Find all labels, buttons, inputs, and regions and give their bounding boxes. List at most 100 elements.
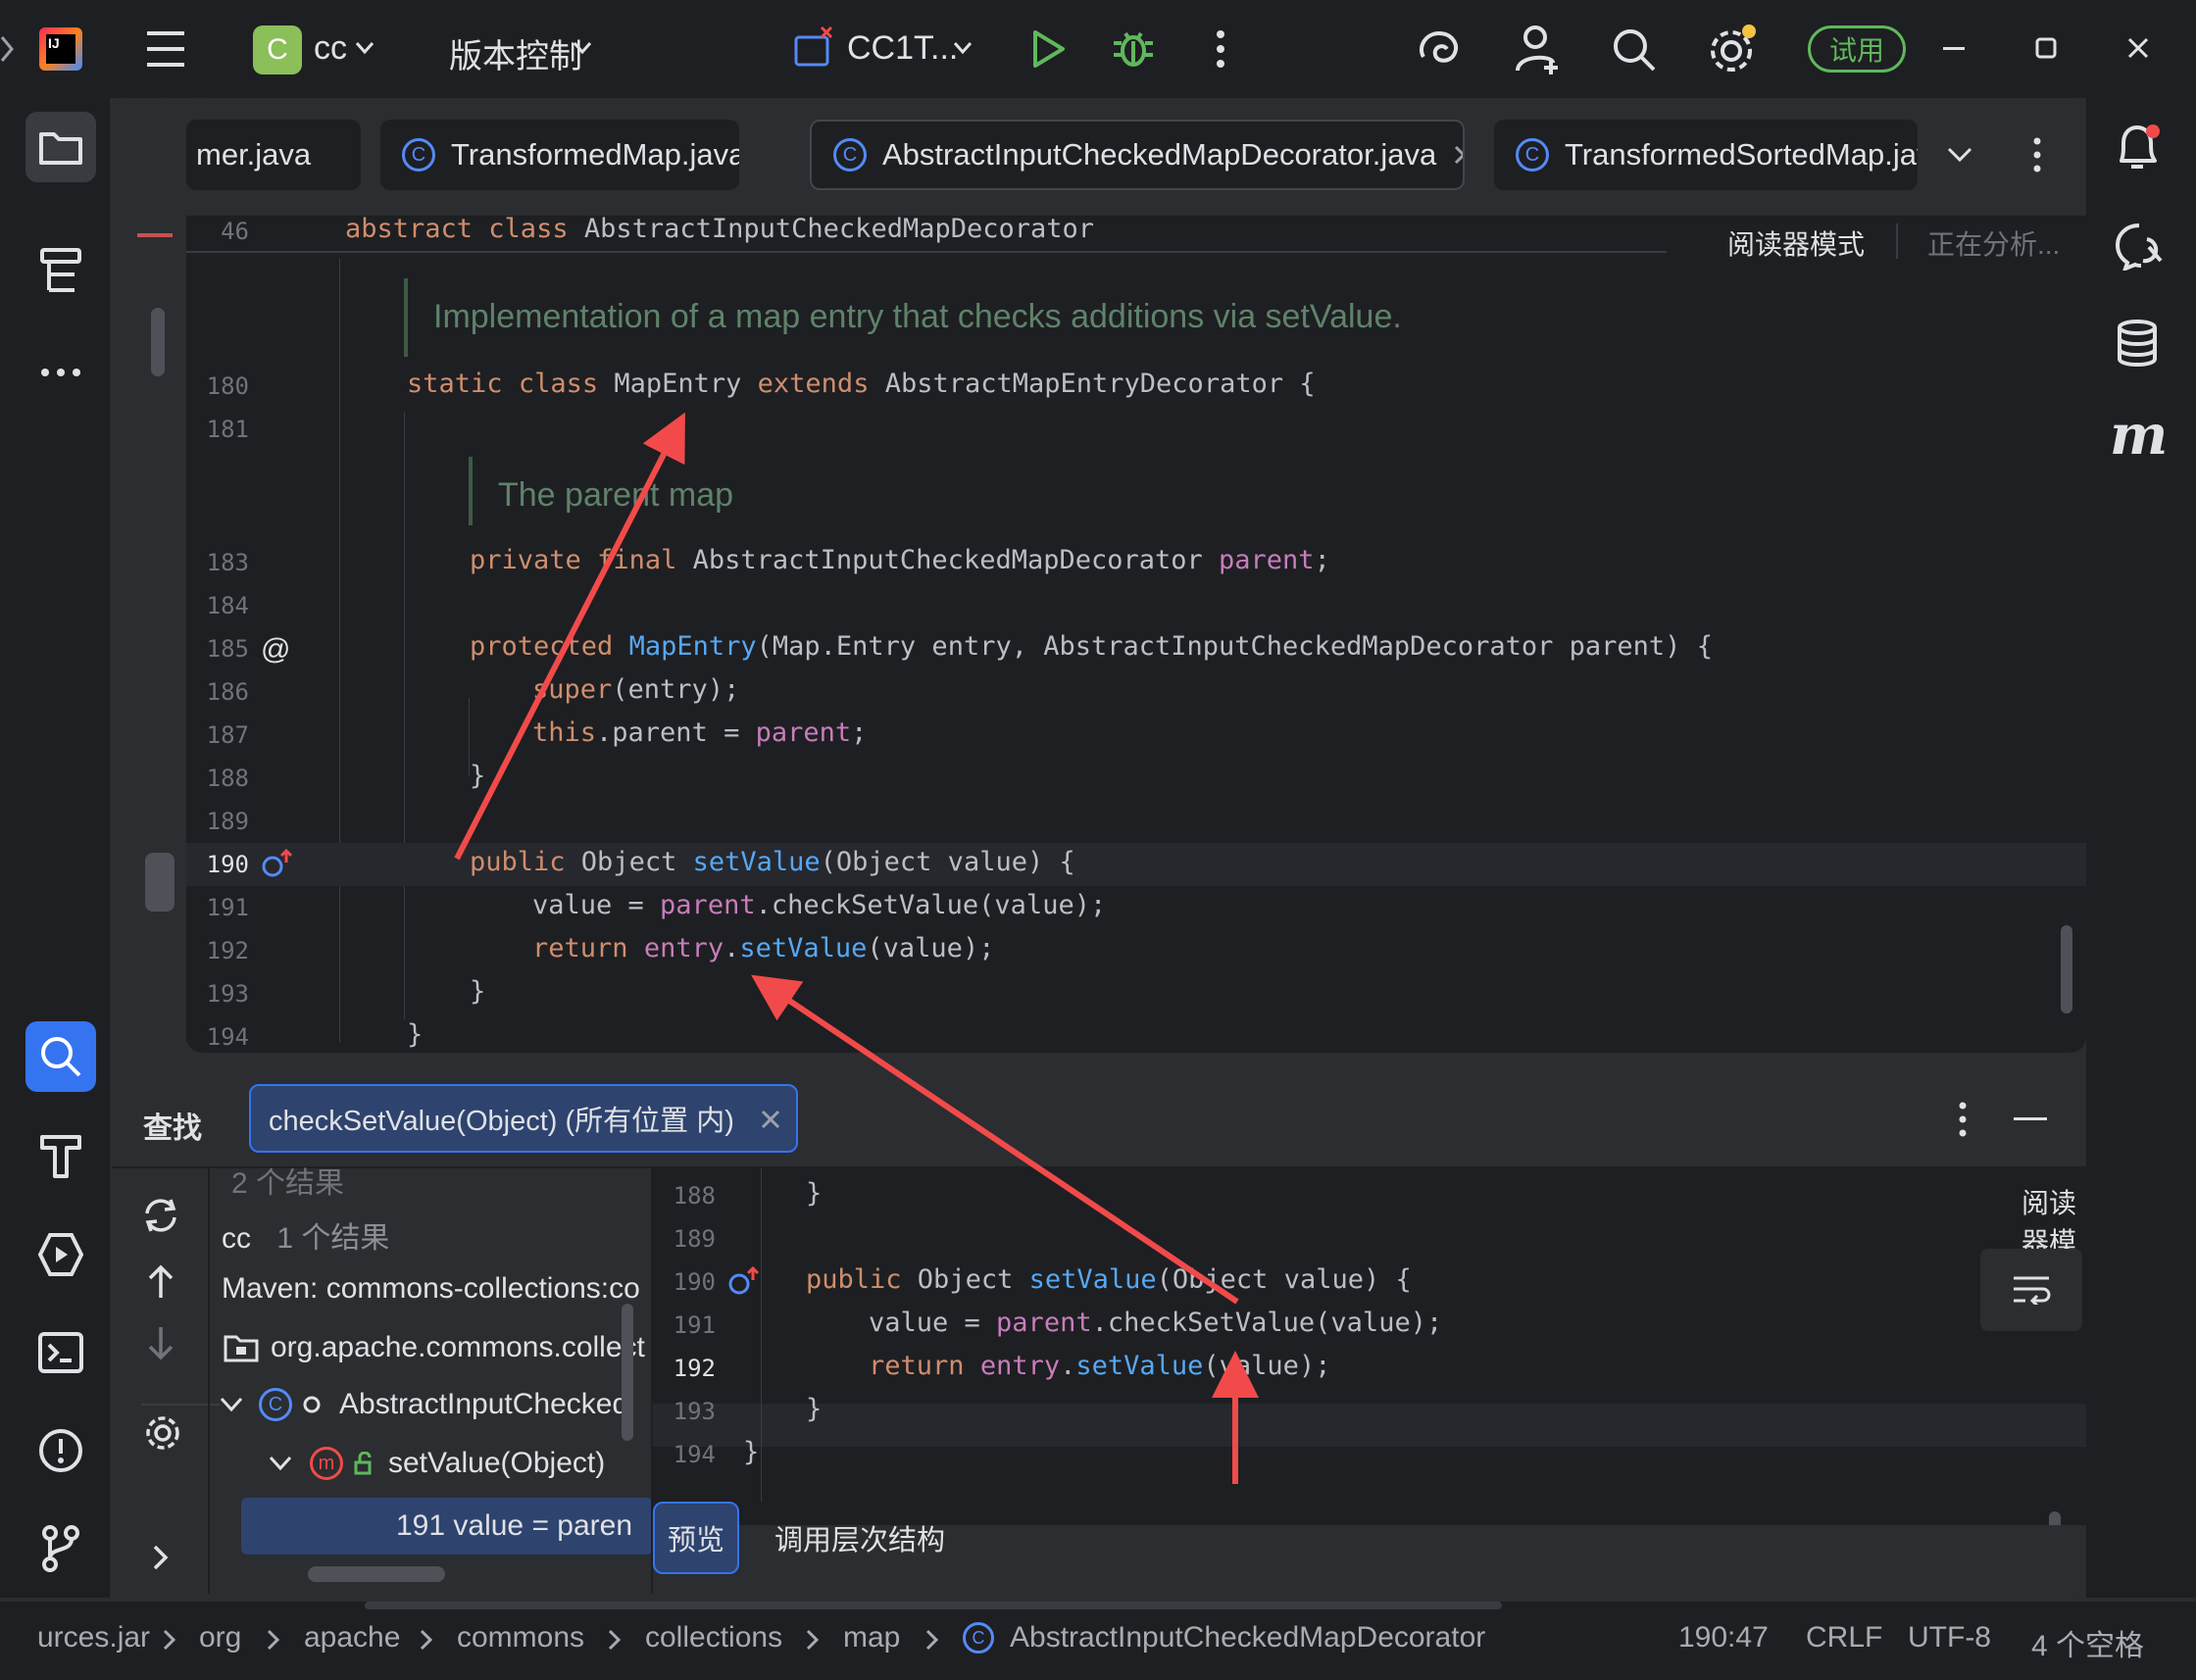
notifications-icon[interactable] bbox=[2114, 122, 2163, 174]
line-separator[interactable]: CRLF bbox=[1806, 1621, 1882, 1655]
problems-tool-button[interactable] bbox=[25, 1415, 96, 1486]
code-line[interactable]: private final AbstractInputCheckedMapDec… bbox=[470, 545, 1330, 575]
breadcrumb-item[interactable]: org bbox=[199, 1621, 241, 1655]
run-config-name[interactable]: CC1T... bbox=[847, 29, 958, 68]
breadcrumb-item[interactable]: urces.jar bbox=[37, 1621, 150, 1655]
run-icon[interactable] bbox=[1031, 29, 1067, 69]
services-tool-button[interactable] bbox=[25, 1219, 96, 1290]
code-line[interactable]: value = parent.checkSetValue(value); bbox=[532, 890, 1106, 920]
tree-node-method[interactable]: m setValue(Object) bbox=[269, 1447, 605, 1480]
code-line[interactable]: } bbox=[806, 1394, 822, 1424]
tree-node-module[interactable]: cc 1 个结果 bbox=[222, 1213, 389, 1257]
more-vertical-icon[interactable] bbox=[1959, 1102, 1967, 1137]
more-vertical-icon[interactable] bbox=[2033, 137, 2041, 173]
project-tool-button[interactable] bbox=[25, 112, 96, 182]
sticky-header[interactable]: abstract class AbstractInputCheckedMapDe… bbox=[345, 214, 1094, 244]
debug-icon[interactable] bbox=[1112, 27, 1155, 71]
file-encoding[interactable]: UTF-8 bbox=[1908, 1621, 1991, 1655]
rerun-icon[interactable] bbox=[141, 1196, 180, 1235]
find-tool-button[interactable] bbox=[25, 1021, 96, 1092]
database-icon[interactable] bbox=[2116, 320, 2159, 367]
tabs-dropdown-icon[interactable] bbox=[1947, 147, 1972, 163]
tab-preview[interactable]: 预览 bbox=[653, 1502, 739, 1574]
code-line[interactable]: return entry.setValue(value); bbox=[869, 1351, 1330, 1381]
code-line[interactable]: } bbox=[470, 976, 485, 1007]
chevron-down-icon[interactable] bbox=[573, 41, 592, 55]
breadcrumb-item[interactable]: collections bbox=[645, 1621, 782, 1655]
breadcrumb-item[interactable]: map bbox=[843, 1621, 900, 1655]
code-line[interactable]: static class MapEntry extends AbstractMa… bbox=[407, 369, 1316, 399]
chevron-right-icon[interactable] bbox=[153, 1545, 169, 1570]
build-tool-button[interactable] bbox=[25, 1121, 96, 1192]
tree-node-library[interactable]: Maven: commons-collections:co bbox=[222, 1272, 640, 1306]
search-icon[interactable] bbox=[1612, 27, 1657, 73]
tab-abstract-input-checked-map-decorator[interactable]: C AbstractInputCheckedMapDecorator.java bbox=[810, 120, 1465, 190]
maven-icon[interactable]: m bbox=[2110, 408, 2168, 463]
code-line[interactable]: return entry.setValue(value); bbox=[532, 933, 994, 964]
close-tab-icon[interactable] bbox=[761, 1110, 780, 1129]
chevron-down-icon[interactable] bbox=[953, 41, 973, 55]
indent-setting[interactable]: 4 个空格 bbox=[2031, 1621, 2144, 1664]
main-menu-icon[interactable] bbox=[145, 29, 186, 69]
project-name[interactable]: cc bbox=[314, 29, 347, 68]
tab-transformed-sorted-map[interactable]: C TransformedSortedMap.jav bbox=[1494, 120, 1918, 190]
more-tools-icon[interactable] bbox=[25, 337, 96, 408]
run-config-icon bbox=[794, 25, 833, 69]
vcs-menu[interactable]: 版本控制 bbox=[449, 29, 582, 77]
breadcrumb-class[interactable]: C AbstractInputCheckedMapDecorator bbox=[963, 1621, 1485, 1655]
ai-assistant-icon[interactable] bbox=[1416, 27, 1461, 71]
arrow-down-icon[interactable] bbox=[147, 1325, 175, 1360]
settings-icon[interactable] bbox=[143, 1413, 182, 1453]
find-query-tab[interactable]: checkSetValue(Object) (所有位置 内) bbox=[249, 1084, 798, 1153]
code-line[interactable]: value = parent.checkSetValue(value); bbox=[869, 1308, 1442, 1338]
tree-vscrollbar[interactable] bbox=[622, 1304, 633, 1441]
tree-hscrollbar[interactable] bbox=[308, 1566, 445, 1582]
caret-position[interactable]: 190:47 bbox=[1678, 1621, 1769, 1655]
override-gutter-icon[interactable] bbox=[261, 849, 292, 880]
minimize-panel-icon[interactable] bbox=[2014, 1117, 2047, 1120]
settings-icon[interactable] bbox=[1708, 24, 1759, 74]
breadcrumb-item[interactable]: apache bbox=[304, 1621, 400, 1655]
doc-comment[interactable]: The parent map bbox=[498, 476, 733, 515]
minimize-icon[interactable] bbox=[1943, 47, 1965, 51]
ai-chat-icon[interactable] bbox=[2114, 222, 2165, 271]
editor-scrollbar[interactable] bbox=[2061, 925, 2072, 1013]
structure-tool-button[interactable] bbox=[25, 235, 96, 306]
tree-node-class[interactable]: C AbstractInputChecked bbox=[220, 1388, 628, 1421]
close-tab-icon[interactable] bbox=[1454, 145, 1463, 165]
tab-call-hierarchy[interactable]: 调用层次结构 bbox=[774, 1517, 945, 1558]
close-window-icon[interactable] bbox=[2127, 37, 2149, 59]
code-line[interactable]: } bbox=[806, 1178, 822, 1209]
terminal-tool-button[interactable] bbox=[25, 1317, 96, 1388]
git-tool-button[interactable] bbox=[25, 1513, 96, 1584]
tab-transformer[interactable]: mer.java bbox=[186, 120, 361, 190]
code-line[interactable]: super(entry); bbox=[532, 674, 739, 705]
reader-mode-toggle[interactable]: 阅读器模式 bbox=[1727, 223, 1865, 263]
arrow-up-icon[interactable] bbox=[147, 1264, 175, 1300]
more-vertical-icon[interactable] bbox=[1216, 29, 1225, 69]
annotation-gutter-icon[interactable]: @ bbox=[261, 633, 290, 667]
trial-button[interactable]: 试用 bbox=[1808, 25, 1906, 73]
code-line[interactable]: } bbox=[407, 1019, 423, 1050]
tab-transformed-map[interactable]: C TransformedMap.java bbox=[380, 120, 739, 190]
pane-scrollbar[interactable] bbox=[151, 308, 165, 376]
tree-selected-row[interactable]: 191 value = paren bbox=[241, 1498, 653, 1555]
collapse-chevron-icon[interactable] bbox=[0, 35, 14, 63]
doc-comment[interactable]: Implementation of a map entry that check… bbox=[433, 298, 1402, 336]
project-badge[interactable]: C bbox=[253, 25, 302, 74]
breadcrumb-item[interactable]: commons bbox=[457, 1621, 584, 1655]
code-line[interactable]: public Object setValue(Object value) { bbox=[806, 1264, 1412, 1295]
override-gutter-icon[interactable] bbox=[727, 1266, 759, 1298]
chevron-down-icon[interactable] bbox=[355, 41, 374, 55]
code-line[interactable]: protected MapEntry(Map.Entry entry, Abst… bbox=[470, 631, 1713, 662]
maximize-icon[interactable] bbox=[2035, 37, 2057, 59]
add-user-icon[interactable] bbox=[1514, 24, 1563, 74]
project-letter: C bbox=[267, 33, 288, 66]
soft-wrap-button[interactable] bbox=[1980, 1249, 2082, 1331]
code-line[interactable]: public Object setValue(Object value) { bbox=[470, 847, 1075, 877]
pane-scrollbar[interactable] bbox=[145, 853, 175, 912]
code-line[interactable]: } bbox=[743, 1437, 759, 1467]
code-line[interactable]: } bbox=[470, 761, 485, 791]
tree-node-package[interactable]: org.apache.commons.collect bbox=[224, 1331, 645, 1364]
code-line[interactable]: this.parent = parent; bbox=[532, 717, 867, 748]
